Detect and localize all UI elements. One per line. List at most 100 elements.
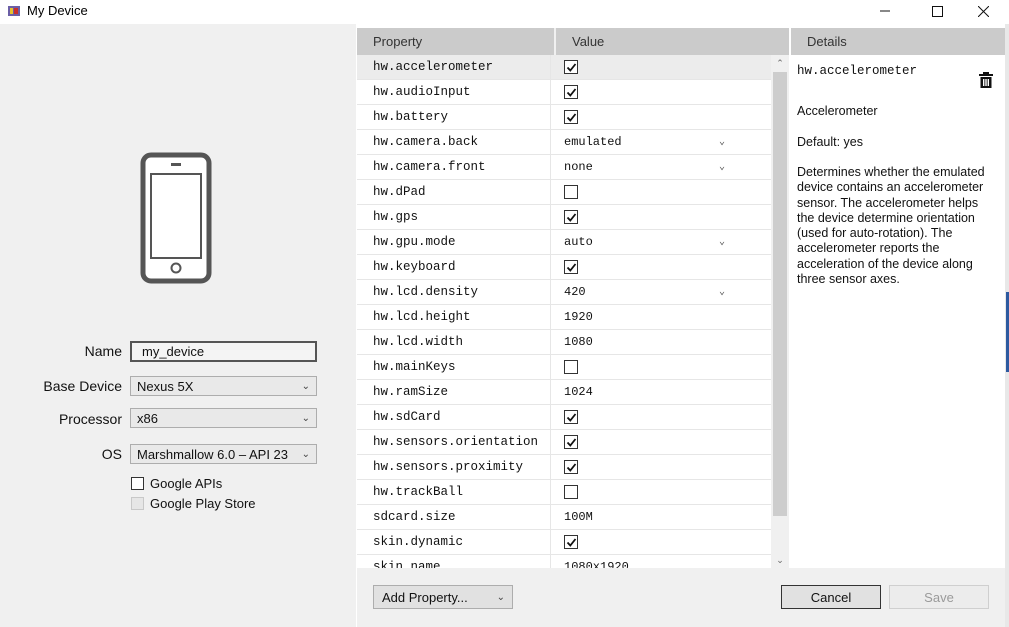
table-row[interactable]: hw.sensors.orientation	[357, 430, 771, 455]
vertical-scrollbar[interactable]: ⌃ ⌄	[771, 55, 789, 568]
value-checkbox[interactable]	[564, 60, 578, 74]
value-checkbox[interactable]	[564, 360, 578, 374]
column-header-value[interactable]: Value	[556, 28, 789, 55]
property-value[interactable]	[551, 430, 771, 454]
property-value[interactable]: 1080	[551, 330, 771, 354]
table-row[interactable]: hw.gps	[357, 205, 771, 230]
table-row[interactable]: hw.dPad	[357, 180, 771, 205]
table-row[interactable]: hw.lcd.density 420 ⌄	[357, 280, 771, 305]
property-value[interactable]: auto ⌄	[551, 230, 771, 254]
grid-rows: hw.accelerometer hw.audioInput hw.battery h…	[357, 55, 771, 568]
table-row[interactable]: hw.ramSize 1024	[357, 380, 771, 405]
table-row[interactable]: hw.sensors.proximity	[357, 455, 771, 480]
table-row[interactable]: skin.dynamic	[357, 530, 771, 555]
window-title: My Device	[27, 3, 88, 18]
value-checkbox[interactable]	[564, 260, 578, 274]
details-header: Details	[791, 28, 1005, 55]
property-value[interactable]: 1024	[551, 380, 771, 404]
table-row[interactable]: hw.camera.front none ⌄	[357, 155, 771, 180]
property-value[interactable]	[551, 530, 771, 554]
property-value[interactable]: 420 ⌄	[551, 280, 771, 304]
checkmark-icon	[566, 412, 576, 422]
google-play-checkbox[interactable]: Google Play Store	[131, 496, 256, 511]
value-text: 1024	[564, 385, 593, 399]
property-value[interactable]: 1080x1920	[551, 555, 771, 568]
property-value[interactable]	[551, 455, 771, 479]
property-value[interactable]	[551, 205, 771, 229]
value-checkbox[interactable]	[564, 535, 578, 549]
table-row[interactable]: hw.trackBall	[357, 480, 771, 505]
property-value[interactable]	[551, 105, 771, 129]
cancel-button[interactable]: Cancel	[781, 585, 881, 609]
table-row[interactable]: hw.audioInput	[357, 80, 771, 105]
close-button[interactable]	[960, 0, 1006, 22]
scroll-down-icon[interactable]: ⌄	[771, 552, 789, 568]
save-button[interactable]: Save	[889, 585, 989, 609]
google-apis-checkbox[interactable]: Google APIs	[131, 476, 222, 491]
property-value[interactable]	[551, 80, 771, 104]
phone-device-icon	[140, 152, 212, 284]
title-bar: My Device	[0, 0, 1009, 24]
table-row[interactable]: hw.camera.back emulated ⌄	[357, 130, 771, 155]
value-checkbox[interactable]	[564, 485, 578, 499]
table-row[interactable]: hw.mainKeys	[357, 355, 771, 380]
table-row[interactable]: hw.sdCard	[357, 405, 771, 430]
value-checkbox[interactable]	[564, 185, 578, 199]
chevron-down-icon[interactable]: ⌄	[719, 236, 725, 248]
table-row[interactable]: hw.accelerometer	[357, 55, 771, 80]
processor-select[interactable]: x86 ⌄	[130, 408, 317, 428]
maximize-button[interactable]	[914, 0, 960, 22]
add-property-button[interactable]: Add Property... ⌄	[373, 585, 513, 609]
checkmark-icon	[566, 87, 576, 97]
scroll-thumb[interactable]	[773, 72, 787, 516]
property-value[interactable]: none ⌄	[551, 155, 771, 179]
table-row[interactable]: skin.name 1080x1920	[357, 555, 771, 568]
name-label: Name	[84, 343, 122, 359]
table-row[interactable]: hw.lcd.height 1920	[357, 305, 771, 330]
os-select[interactable]: Marshmallow 6.0 – API 23 ⌄	[130, 444, 317, 464]
property-value[interactable]	[551, 405, 771, 429]
table-row[interactable]: hw.gpu.mode auto ⌄	[357, 230, 771, 255]
table-row[interactable]: sdcard.size 100M	[357, 505, 771, 530]
value-checkbox[interactable]	[564, 110, 578, 124]
value-checkbox[interactable]	[564, 410, 578, 424]
property-value[interactable]	[551, 355, 771, 379]
value-select-text: none	[564, 160, 593, 174]
property-value[interactable]	[551, 55, 771, 79]
table-row[interactable]: hw.keyboard	[357, 255, 771, 280]
property-value[interactable]	[551, 255, 771, 279]
minimize-button[interactable]	[862, 0, 908, 22]
property-name: hw.lcd.width	[357, 330, 551, 354]
property-name: hw.ramSize	[357, 380, 551, 404]
checkmark-icon	[566, 212, 576, 222]
processor-label: Processor	[58, 411, 122, 427]
chevron-down-icon[interactable]: ⌄	[719, 286, 725, 298]
details-property-name: hw.accelerometer	[797, 64, 918, 78]
property-value[interactable]: 1920	[551, 305, 771, 329]
property-name: hw.sensors.proximity	[357, 455, 551, 479]
property-name: sdcard.size	[357, 505, 551, 529]
table-row[interactable]: hw.battery	[357, 105, 771, 130]
value-checkbox[interactable]	[564, 460, 578, 474]
checkmark-icon	[566, 537, 576, 547]
property-value[interactable]: emulated ⌄	[551, 130, 771, 154]
value-checkbox[interactable]	[564, 85, 578, 99]
chevron-down-icon[interactable]: ⌄	[719, 161, 725, 173]
trash-icon[interactable]	[979, 72, 993, 88]
details-title: Accelerometer	[797, 104, 878, 118]
value-checkbox[interactable]	[564, 210, 578, 224]
checkbox-box[interactable]	[131, 497, 144, 510]
property-value[interactable]	[551, 180, 771, 204]
base-device-select[interactable]: Nexus 5X ⌄	[130, 376, 317, 396]
property-value[interactable]: 100M	[551, 505, 771, 529]
scroll-up-icon[interactable]: ⌃	[771, 55, 789, 71]
table-row[interactable]: hw.lcd.width 1080	[357, 330, 771, 355]
name-input[interactable]: my_device	[130, 341, 317, 362]
column-header-property[interactable]: Property	[357, 28, 556, 55]
chevron-down-icon[interactable]: ⌄	[719, 136, 725, 148]
grid-header: Property Value	[357, 28, 789, 55]
value-checkbox[interactable]	[564, 435, 578, 449]
property-name: hw.mainKeys	[357, 355, 551, 379]
property-value[interactable]	[551, 480, 771, 504]
checkbox-box[interactable]	[131, 477, 144, 490]
